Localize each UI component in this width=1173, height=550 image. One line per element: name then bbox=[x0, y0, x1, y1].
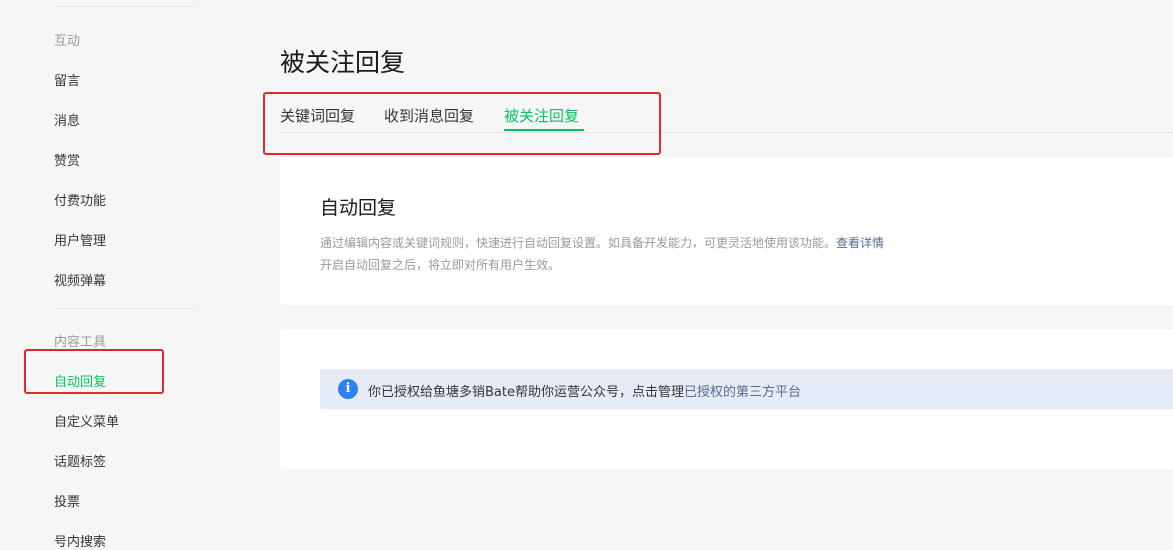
sidebar-item-comments[interactable]: 留言 bbox=[54, 70, 80, 89]
auto-reply-description: 通过编辑内容或关键词规则，快速进行自动回复设置。如具备开发能力，可更灵活地使用该… bbox=[320, 232, 884, 276]
sidebar-divider bbox=[54, 308, 195, 309]
sidebar-group-interact: 互动 bbox=[54, 34, 81, 49]
sidebar-item-topic-tags[interactable]: 话题标签 bbox=[54, 451, 106, 470]
sidebar-item-paid-features[interactable]: 付费功能 bbox=[54, 190, 106, 209]
sidebar-item-vote[interactable]: 投票 bbox=[54, 491, 80, 510]
sidebar-item-custom-menu[interactable]: 自定义菜单 bbox=[54, 411, 119, 430]
sidebar-group-content-tools: 内容工具 bbox=[54, 335, 107, 350]
sidebar-item-user-management[interactable]: 用户管理 bbox=[54, 230, 106, 249]
sidebar-item-video-danmaku[interactable]: 视频弹幕 bbox=[54, 270, 106, 289]
notice-text-wrapper: 你已授权给鱼塘多销Bate帮助你运营公众号，点击管理已授权的第三方平台 bbox=[368, 381, 801, 400]
info-icon: i bbox=[338, 379, 358, 399]
authorization-notice: i 你已授权给鱼塘多销Bate帮助你运营公众号，点击管理已授权的第三方平台 bbox=[320, 369, 1173, 409]
sidebar-item-appreciation[interactable]: 赞赏 bbox=[54, 150, 80, 169]
third-party-platform-link[interactable]: 已授权的第三方平台 bbox=[684, 385, 801, 400]
sidebar-item-messages[interactable]: 消息 bbox=[54, 110, 80, 129]
sidebar: 互动 留言 消息 赞赏 付费功能 用户管理 视频弹幕 内容工具 自动回复 自定义… bbox=[0, 0, 230, 550]
auto-reply-card: 自动回复 通过编辑内容或关键词规则，快速进行自动回复设置。如具备开发能力，可更灵… bbox=[280, 157, 1173, 305]
auto-reply-desc-line2: 开启自动回复之后，将立即对所有用户生效。 bbox=[320, 258, 561, 272]
notice-text: 你已授权给鱼塘多销Bate帮助你运营公众号，点击管理 bbox=[368, 385, 684, 400]
sidebar-item-in-account-search[interactable]: 号内搜索 bbox=[54, 531, 106, 550]
tabs-annotation-box bbox=[263, 92, 661, 155]
sidebar-divider-top bbox=[54, 6, 195, 7]
page-title: 被关注回复 bbox=[280, 48, 406, 77]
view-details-link[interactable]: 查看详情 bbox=[836, 236, 884, 250]
authorization-card: i 你已授权给鱼塘多销Bate帮助你运营公众号，点击管理已授权的第三方平台 bbox=[280, 329, 1173, 469]
sidebar-annotation-box bbox=[24, 349, 164, 394]
auto-reply-desc-line1: 通过编辑内容或关键词规则，快速进行自动回复设置。如具备开发能力，可更灵活地使用该… bbox=[320, 236, 837, 250]
auto-reply-title: 自动回复 bbox=[320, 197, 397, 219]
